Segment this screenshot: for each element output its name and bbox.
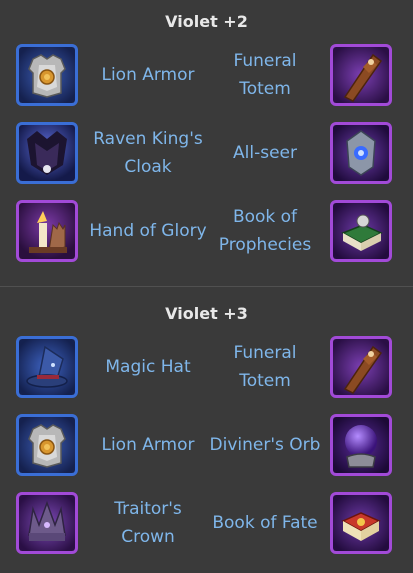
funeral-totem-icon[interactable] — [330, 336, 392, 398]
item-name[interactable]: Book of Prophecies — [206, 198, 324, 264]
item-name[interactable]: Hand of Glory — [89, 198, 207, 264]
item-name[interactable]: All-seer — [206, 120, 324, 186]
item-name[interactable]: Diviner's Orb — [206, 412, 324, 478]
section-title: Violet +2 — [165, 12, 248, 31]
item-name[interactable]: Book of Fate — [206, 490, 324, 556]
item-name[interactable]: Lion Armor — [89, 42, 207, 108]
section-divider — [0, 286, 413, 287]
item-pair-row: Lion Armor Funeral Totem — [0, 42, 413, 112]
lion-armor-icon[interactable] — [16, 414, 78, 476]
item-name[interactable]: Lion Armor — [89, 412, 207, 478]
hand-of-glory-icon[interactable] — [16, 200, 78, 262]
item-name[interactable]: Funeral Totem — [206, 334, 324, 400]
item-pair-row: Magic Hat Funeral Totem — [0, 334, 413, 404]
magic-hat-icon[interactable] — [16, 336, 78, 398]
funeral-totem-icon[interactable] — [330, 44, 392, 106]
all-seer-icon[interactable] — [330, 122, 392, 184]
book-of-fate-icon[interactable] — [330, 492, 392, 554]
diviners-orb-icon[interactable] — [330, 414, 392, 476]
item-name[interactable]: Traitor's Crown — [89, 490, 207, 556]
book-of-prophecies-icon[interactable] — [330, 200, 392, 262]
lion-armor-icon[interactable] — [16, 44, 78, 106]
item-pair-row: Raven King's Cloak All-seer — [0, 120, 413, 190]
traitors-crown-icon[interactable] — [16, 492, 78, 554]
raven-kings-cloak-icon[interactable] — [16, 122, 78, 184]
item-pair-row: Hand of Glory Book of Prophecies — [0, 198, 413, 268]
item-name[interactable]: Magic Hat — [89, 334, 207, 400]
section-title: Violet +3 — [165, 304, 248, 323]
item-pair-row: Lion Armor Diviner's Orb — [0, 412, 413, 482]
item-name[interactable]: Raven King's Cloak — [89, 120, 207, 186]
item-name[interactable]: Funeral Totem — [206, 42, 324, 108]
item-pair-row: Traitor's Crown Book of Fate — [0, 490, 413, 560]
